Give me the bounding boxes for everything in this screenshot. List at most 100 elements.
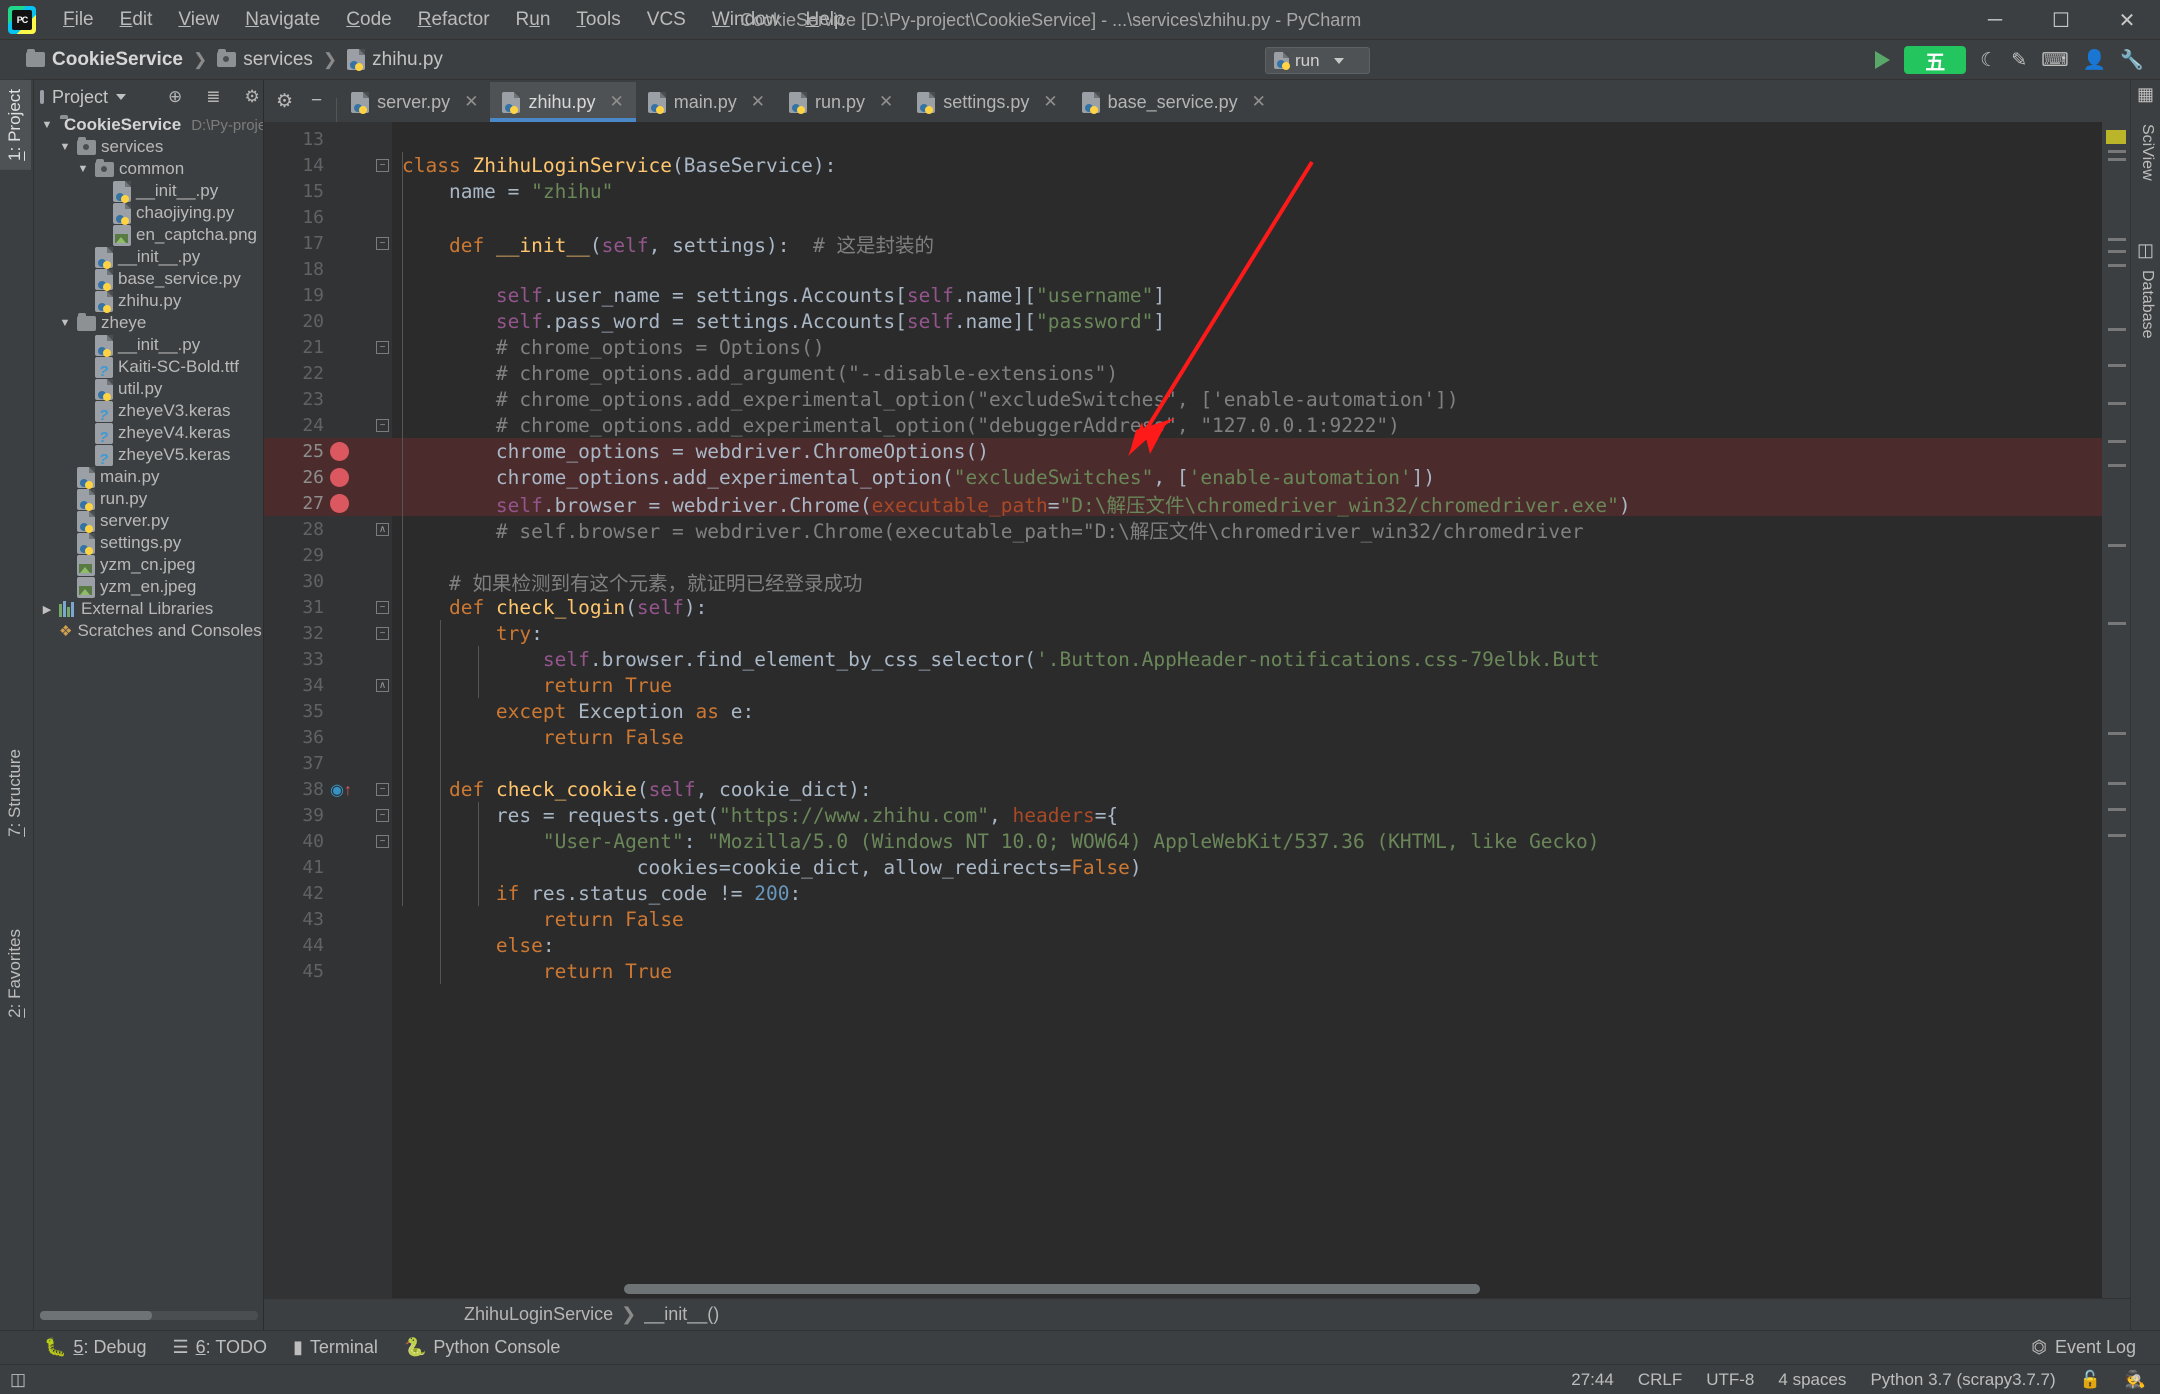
- tree-item[interactable]: base_service.py: [34, 268, 263, 291]
- maximize-button[interactable]: ☐: [2028, 0, 2094, 40]
- wrench-icon[interactable]: 🔧: [2120, 48, 2144, 72]
- fold-marker[interactable]: ∧: [376, 523, 389, 536]
- show-tool-windows-icon[interactable]: ◫: [10, 1370, 26, 1390]
- menu-bar[interactable]: File Edit View Navigate Code Refactor Ru…: [50, 5, 858, 35]
- chevron-down-icon[interactable]: ▼: [58, 141, 72, 153]
- tree-item[interactable]: __init__.py: [34, 334, 263, 357]
- code-line[interactable]: 30 # 如果检测到有这个元素，就证明已经登录成功: [264, 568, 2130, 595]
- close-tab-icon[interactable]: ✕: [609, 92, 623, 112]
- hide-editor-icon[interactable]: −: [311, 90, 322, 112]
- editor-tab-run-py[interactable]: run.py ✕: [777, 82, 905, 122]
- editor-tab-zhihu-py[interactable]: zhihu.py ✕: [490, 82, 637, 122]
- code-line[interactable]: 22 # chrome_options.add_argument("--disa…: [264, 360, 2130, 386]
- tree-item[interactable]: ? Kaiti-SC-Bold.ttf: [34, 356, 263, 380]
- fold-marker[interactable]: −: [376, 783, 389, 796]
- fold-marker[interactable]: −: [376, 341, 389, 354]
- tree-item[interactable]: ▼ common: [34, 158, 263, 180]
- code-line[interactable]: 34 return True: [264, 672, 2130, 698]
- code-line[interactable]: 29: [264, 542, 2130, 568]
- tree-item[interactable]: __init__.py: [34, 180, 263, 203]
- code-line[interactable]: 35 except Exception as e:: [264, 698, 2130, 724]
- code-line[interactable]: 43 return False: [264, 906, 2130, 932]
- tool-window-python-console[interactable]: 🐍 Python Console: [404, 1337, 561, 1358]
- code-line[interactable]: 23 # chrome_options.add_experimental_opt…: [264, 386, 2130, 412]
- toolbar-right[interactable]: 五 ☾ ✎ ⌨ 👤 🔧: [1875, 40, 2160, 80]
- code-line[interactable]: 28 # self.browser = webdriver.Chrome(exe…: [264, 516, 2130, 543]
- unlocked-icon[interactable]: 🔓: [2080, 1370, 2101, 1390]
- code-line[interactable]: 33 self.browser.find_element_by_css_sele…: [264, 646, 2130, 672]
- code-line[interactable]: 32 try:: [264, 620, 2130, 646]
- breadcrumb-method[interactable]: __init__(): [644, 1304, 719, 1325]
- event-log-button[interactable]: ⏣ Event Log: [2031, 1330, 2136, 1364]
- project-horizontal-scrollbar[interactable]: [40, 1311, 258, 1320]
- fold-marker[interactable]: −: [376, 419, 389, 432]
- layout-icon[interactable]: ▦: [2137, 84, 2154, 105]
- minimize-button[interactable]: ─: [1962, 0, 2028, 40]
- menu-vcs[interactable]: VCS: [634, 5, 699, 35]
- close-tab-icon[interactable]: ✕: [1043, 92, 1057, 112]
- fold-marker[interactable]: −: [376, 601, 389, 614]
- sidebar-tab-database[interactable]: Database: [2133, 262, 2160, 347]
- fold-marker[interactable]: −: [376, 237, 389, 250]
- editor-tab-settings-py[interactable]: settings.py ✕: [905, 82, 1069, 122]
- editor-tab-base_service-py[interactable]: base_service.py ✕: [1070, 82, 1278, 122]
- overridden-method-icon[interactable]: ◉↑: [330, 780, 352, 800]
- settings-gear-icon[interactable]: ⚙: [245, 87, 260, 107]
- code-line[interactable]: 42 if res.status_code != 200:: [264, 880, 2130, 906]
- breadcrumb-class[interactable]: ZhihuLoginService: [464, 1304, 613, 1325]
- tree-item[interactable]: ▼ services: [34, 136, 263, 158]
- chevron-down-icon[interactable]: ▼: [76, 163, 90, 175]
- tree-item[interactable]: run.py: [34, 488, 263, 511]
- editor-tabs[interactable]: server.py ✕ zhihu.py ✕ main.py ✕ run.py ✕ settin…: [339, 80, 1278, 122]
- line-separator[interactable]: CRLF: [1638, 1370, 1682, 1390]
- breakpoint-icon[interactable]: [330, 493, 349, 513]
- editor-breadcrumb[interactable]: ZhihuLoginService ❯ __init__(): [264, 1298, 2130, 1330]
- tree-item[interactable]: settings.py: [34, 532, 263, 555]
- code-line[interactable]: 19 self.user_name = settings.Accounts[se…: [264, 282, 2130, 308]
- sidebar-tab-structure[interactable]: 7: Structure: [0, 740, 31, 846]
- collapse-all-icon[interactable]: ≣: [206, 87, 220, 107]
- code-line[interactable]: 39 res = requests.get("https://www.zhihu…: [264, 802, 2130, 828]
- moon-icon[interactable]: ☾: [1980, 49, 1997, 72]
- chevron-down-icon[interactable]: [116, 94, 127, 100]
- tree-item[interactable]: ▶ External Libraries: [34, 598, 263, 620]
- menu-file[interactable]: File: [50, 5, 107, 35]
- tool-window-terminal[interactable]: ▮ Terminal: [293, 1337, 378, 1358]
- hector-icon[interactable]: 🕵: [2125, 1370, 2146, 1390]
- code-line[interactable]: 18: [264, 256, 2130, 282]
- close-tab-icon[interactable]: ✕: [751, 92, 765, 112]
- tree-item[interactable]: en_captcha.png: [34, 224, 263, 246]
- account-icon[interactable]: 👤: [2083, 48, 2107, 72]
- fold-marker[interactable]: −: [376, 159, 389, 172]
- editor-tab-server-py[interactable]: server.py ✕: [339, 82, 490, 122]
- indent-setting[interactable]: 4 spaces: [1778, 1370, 1846, 1390]
- menu-navigate[interactable]: Navigate: [232, 5, 333, 35]
- settings-gear-icon[interactable]: ⚙: [276, 90, 293, 113]
- editor-tab-tools[interactable]: ⚙ −: [264, 80, 336, 122]
- tree-item[interactable]: __init__.py: [34, 246, 263, 269]
- chevron-right-icon[interactable]: ▶: [40, 603, 54, 616]
- code-line[interactable]: 21 # chrome_options = Options(): [264, 334, 2130, 360]
- keyboard-icon[interactable]: ⌨: [2041, 49, 2068, 72]
- locate-icon[interactable]: ⊕: [168, 87, 182, 107]
- code-line[interactable]: 45 return True: [264, 958, 2130, 984]
- menu-view[interactable]: View: [165, 5, 232, 35]
- database-icon[interactable]: ◫: [2137, 240, 2154, 261]
- chevron-down-icon[interactable]: ▼: [40, 119, 54, 131]
- tool-window-debug[interactable]: 🐛 5: Debug: [44, 1337, 146, 1358]
- close-tab-icon[interactable]: ✕: [464, 92, 478, 112]
- code-line[interactable]: 17 def __init__(self, settings): # 这是封装的: [264, 230, 2130, 257]
- tree-item[interactable]: ? zheyeV3.keras: [34, 400, 263, 424]
- run-configuration-selector[interactable]: run: [1265, 47, 1370, 74]
- code-line[interactable]: 13: [264, 126, 2130, 152]
- python-interpreter[interactable]: Python 3.7 (scrapy3.7.7): [1870, 1370, 2055, 1390]
- fold-marker[interactable]: −: [376, 835, 389, 848]
- tree-item[interactable]: server.py: [34, 510, 263, 533]
- tree-item[interactable]: chaojiying.py: [34, 202, 263, 225]
- editor-horizontal-scrollbar[interactable]: [624, 1284, 1480, 1294]
- close-tab-icon[interactable]: ✕: [879, 92, 893, 112]
- code-line[interactable]: 26 chrome_options.add_experimental_optio…: [264, 464, 2130, 490]
- fold-marker[interactable]: −: [376, 627, 389, 640]
- menu-tools[interactable]: Tools: [563, 5, 633, 35]
- code-line[interactable]: 27 self.browser = webdriver.Chrome(execu…: [264, 490, 2130, 517]
